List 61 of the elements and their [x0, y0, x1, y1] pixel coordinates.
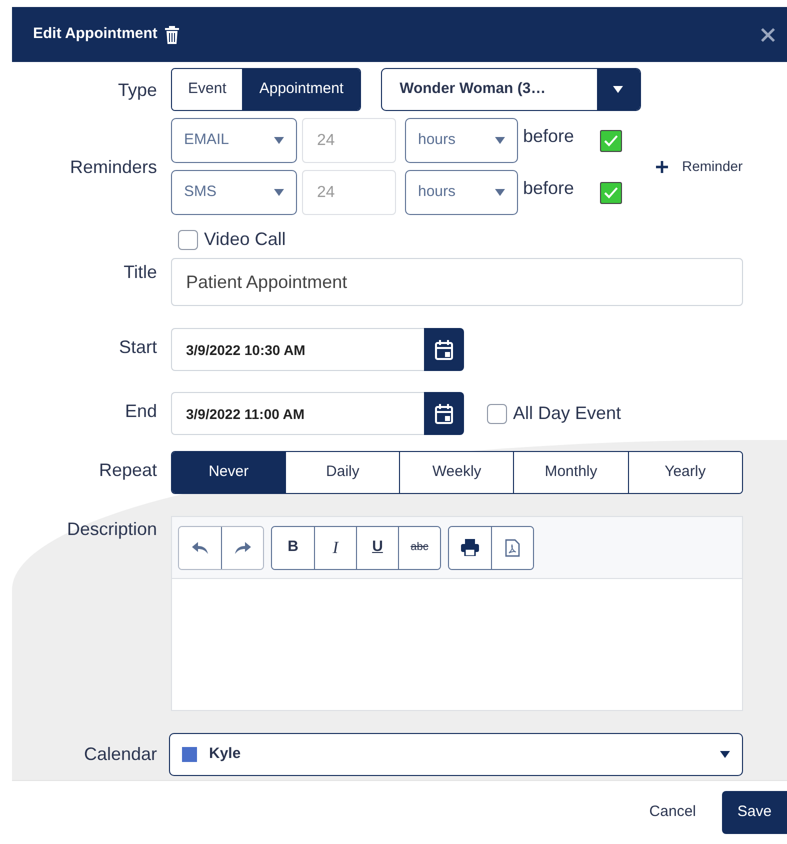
date-time-field[interactable]: 3/9/2022 11:00 AM — [171, 392, 424, 435]
format-button[interactable]: B — [272, 526, 314, 568]
add-reminder-button[interactable]: Reminder — [656, 156, 743, 177]
caret-icon — [274, 189, 284, 196]
all-day-checkbox[interactable] — [487, 404, 507, 424]
reminder-suffix: before — [523, 125, 576, 148]
segment-button[interactable]: Appointment — [242, 69, 360, 110]
calendar-select[interactable]: Kyle — [169, 733, 743, 776]
field-label: Repeat — [98, 459, 157, 482]
field-label: Type — [116, 79, 157, 102]
undo-button[interactable] — [179, 526, 221, 568]
repeat-option[interactable]: Daily — [285, 452, 400, 493]
date-time-field[interactable]: 3/9/2022 10:30 AM — [171, 328, 424, 371]
plus-icon — [656, 160, 668, 172]
reminder-checkbox[interactable] — [600, 130, 622, 152]
dialog-title: Edit Appointment — [33, 24, 158, 44]
format-button[interactable]: U — [356, 526, 398, 568]
calendar-icon — [435, 340, 453, 360]
printer-icon — [461, 539, 479, 556]
field-label: End — [124, 400, 157, 423]
repeat-option[interactable]: Weekly — [399, 452, 514, 493]
title-field[interactable]: Patient Appointment — [171, 258, 743, 306]
field-label: Calendar — [82, 743, 157, 766]
caret-icon — [613, 86, 624, 93]
reminder-suffix: before — [523, 177, 576, 200]
calendar-icon — [435, 404, 453, 424]
color-swatch — [182, 747, 197, 762]
format-button[interactable]: I — [314, 526, 356, 568]
repeat-option[interactable]: Monthly — [513, 452, 628, 493]
redo-button[interactable] — [221, 526, 263, 568]
unit-select[interactable]: hours — [405, 118, 518, 163]
trash-icon[interactable] — [165, 26, 180, 44]
field-label: Start — [118, 336, 157, 359]
calendar-button[interactable] — [424, 392, 464, 435]
cancel-button[interactable]: Cancel — [649, 801, 696, 824]
save-button[interactable]: Save — [722, 791, 787, 834]
document-icon — [505, 538, 520, 556]
print-button[interactable] — [449, 526, 491, 568]
method-select[interactable]: SMS — [171, 170, 297, 215]
checkbox-label: All Day Event — [513, 402, 622, 425]
redo-icon — [234, 542, 250, 554]
caret-icon — [720, 751, 730, 758]
field-label: Title — [122, 261, 157, 284]
undo-icon — [192, 542, 208, 554]
repeat-option[interactable]: Yearly — [628, 452, 742, 493]
caret-icon — [495, 189, 505, 196]
pdf-button[interactable] — [491, 526, 533, 568]
unit-select[interactable]: hours — [405, 170, 518, 215]
calendar-button[interactable] — [424, 328, 464, 371]
checkbox-label: Video Call — [204, 228, 286, 251]
field-label: Reminders — [68, 156, 157, 178]
person-dropdown[interactable]: Wonder Woman (3… — [380, 68, 641, 111]
close-icon[interactable] — [761, 28, 775, 42]
field-label: Description — [66, 518, 157, 541]
reminder-checkbox[interactable] — [600, 182, 622, 204]
caret-icon — [495, 137, 505, 144]
method-select[interactable]: EMAIL — [171, 118, 297, 163]
format-button[interactable]: abc — [398, 526, 440, 568]
caret-icon — [274, 137, 284, 144]
video-call-checkbox[interactable] — [178, 230, 198, 250]
repeat-option[interactable]: Never — [172, 452, 286, 493]
